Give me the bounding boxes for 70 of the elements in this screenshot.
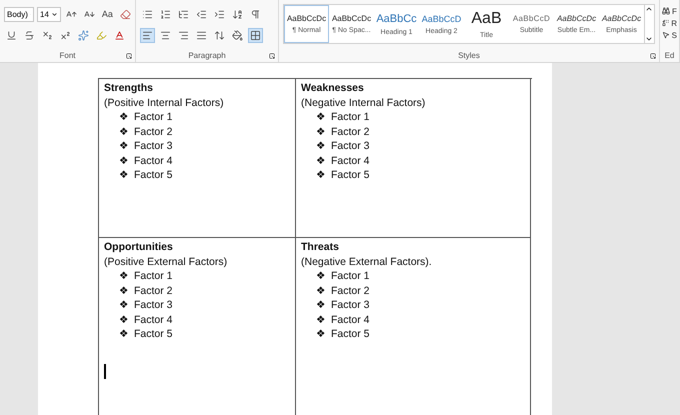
bullet-icon: ❖ <box>119 269 134 284</box>
cell-subtitle: (Negative External Factors). <box>301 254 433 269</box>
group-label: Paragraph <box>188 51 226 60</box>
shading-icon[interactable] <box>230 28 245 42</box>
group-label: Ed <box>664 51 674 60</box>
factor-text: Factor 3 <box>134 139 173 154</box>
text-effects-icon[interactable] <box>76 28 91 42</box>
factor-text: Factor 4 <box>134 312 173 327</box>
cell-title: Threats <box>301 240 340 254</box>
bullet-icon: ❖ <box>316 312 331 327</box>
factor-text: Factor 4 <box>134 154 173 168</box>
scroll-up-icon[interactable] <box>645 5 653 13</box>
bullet-icon: ❖ <box>119 298 134 312</box>
bullet-icon: ❖ <box>119 284 134 298</box>
bullet-icon: ❖ <box>316 284 331 298</box>
factor-text: Factor 1 <box>134 269 173 284</box>
bullet-icon: ❖ <box>119 154 134 168</box>
bullet-icon: ❖ <box>119 327 134 342</box>
group-label: Styles <box>458 51 480 60</box>
cell-title: Opportunities <box>104 240 174 254</box>
factor-text: Factor 3 <box>134 298 173 312</box>
factor-text: Factor 2 <box>331 124 370 139</box>
bullet-icon: ❖ <box>316 124 331 139</box>
factor-text: Factor 5 <box>134 327 173 342</box>
cell-title: Strengths <box>104 81 154 96</box>
bullet-icon: ❖ <box>316 298 331 312</box>
bullet-icon: ❖ <box>316 168 331 182</box>
bullet-icon: ❖ <box>316 154 331 168</box>
bullet-icon: ❖ <box>119 124 134 139</box>
borders-icon[interactable] <box>248 28 263 42</box>
cell-subtitle: (Positive Internal Factors) <box>104 96 225 110</box>
factor-text: Factor 2 <box>134 284 173 298</box>
bullet-icon: ❖ <box>316 269 331 284</box>
factor-text: Factor 3 <box>331 298 370 312</box>
bullet-icon: ❖ <box>119 168 134 182</box>
factor-text: Factor 3 <box>331 139 370 154</box>
editing-label: S <box>672 30 677 40</box>
scroll-down-icon[interactable] <box>645 35 653 43</box>
group-label: Font <box>59 51 76 60</box>
bullet-icon: ❖ <box>316 327 331 342</box>
align-left-icon[interactable] <box>140 28 155 42</box>
change-case-button[interactable]: Aa <box>100 7 115 21</box>
launcher-icon[interactable] <box>126 53 132 59</box>
binoculars-icon <box>662 7 670 15</box>
editing-label: R <box>671 18 677 28</box>
text-cursor <box>104 364 106 378</box>
factor-text: Factor 2 <box>331 284 370 298</box>
factor-text: Factor 1 <box>134 110 173 124</box>
font-size-field[interactable]: 14 <box>37 6 61 22</box>
bullet-icon: ❖ <box>119 312 134 327</box>
factor-text: Factor 4 <box>331 154 370 168</box>
editing-label: F <box>672 6 677 16</box>
bullet-icon: ❖ <box>316 110 331 124</box>
factor-text: Factor 5 <box>331 168 370 182</box>
factor-text: Factor 1 <box>331 110 370 124</box>
pointer-icon <box>662 31 670 39</box>
bullet-icon: ❖ <box>119 139 134 154</box>
factor-text: Factor 2 <box>134 124 173 139</box>
bullet-icon: ❖ <box>316 139 331 154</box>
launcher-icon[interactable] <box>269 53 275 59</box>
cell-subtitle: (Positive External Factors) <box>104 254 228 269</box>
factor-text: Factor 5 <box>331 327 370 342</box>
factor-text: Factor 4 <box>331 312 370 327</box>
bullet-icon: ❖ <box>119 110 134 124</box>
factor-text: Factor 5 <box>134 168 173 182</box>
font-name-field[interactable]: Body) <box>4 6 34 22</box>
cell-title: Weaknesses <box>301 81 365 96</box>
factor-text: Factor 1 <box>331 269 370 284</box>
cell-subtitle: (Negative Internal Factors) <box>301 96 426 110</box>
launcher-icon[interactable] <box>650 53 656 59</box>
